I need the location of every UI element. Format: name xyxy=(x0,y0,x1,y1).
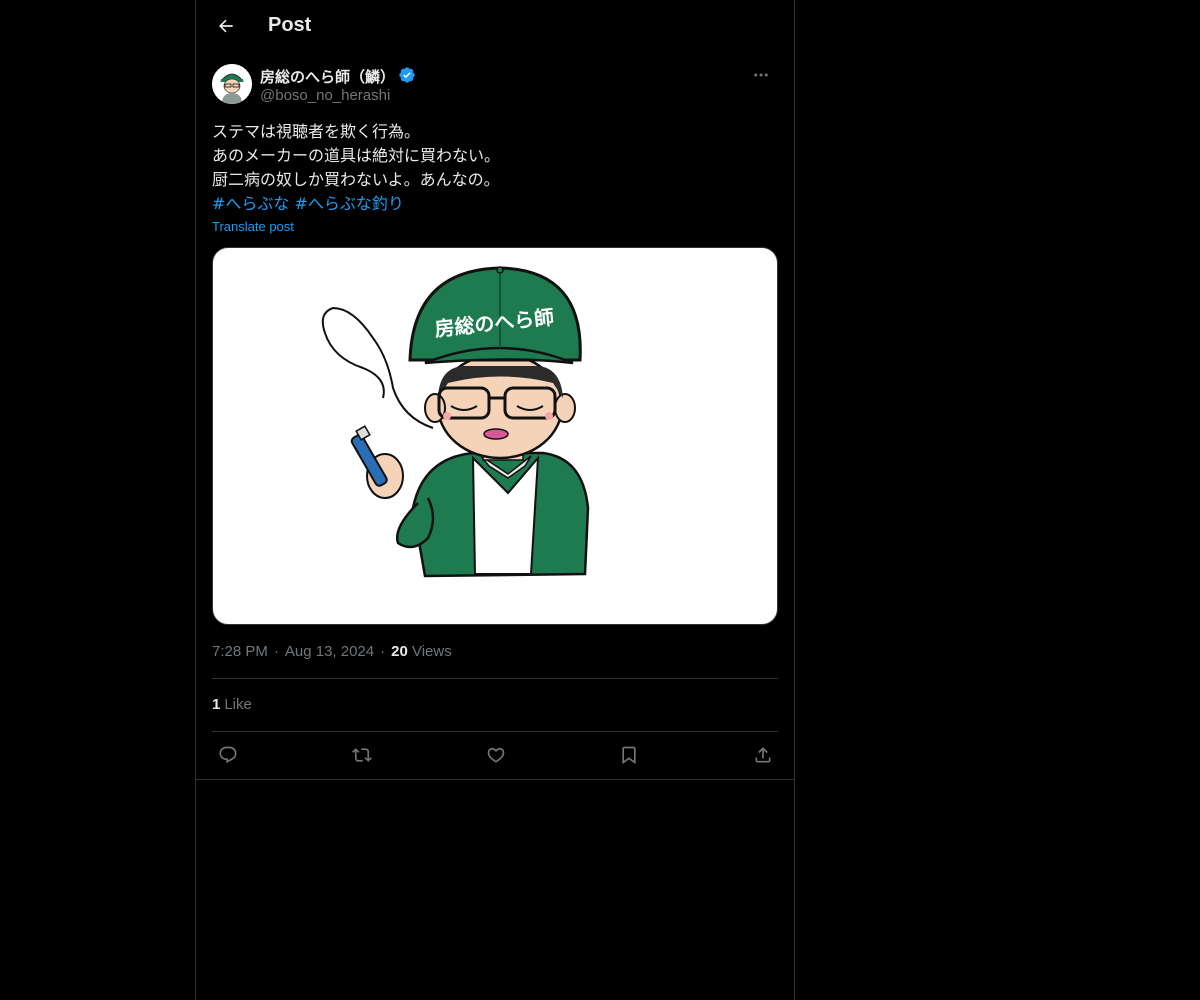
bookmark-button[interactable] xyxy=(617,743,641,767)
post-date[interactable]: Aug 13, 2024 xyxy=(285,643,374,660)
repost-button[interactable] xyxy=(350,743,374,767)
top-bar: Post xyxy=(196,0,794,53)
more-options-button[interactable] xyxy=(744,64,778,86)
post-text-line: 厨二病の奴しか買わないよ。あんなの。 xyxy=(212,170,500,189)
post-author: 房総のへら師（鱗） @boso_no_herashi xyxy=(212,64,778,108)
page-title: Post xyxy=(268,14,312,36)
divider xyxy=(212,678,778,679)
views-count: 20 xyxy=(391,643,408,660)
more-icon xyxy=(754,73,768,77)
post-text-line: ステマは視聴者を欺く行為。 xyxy=(212,122,421,141)
hashtag-link[interactable]: #へらぶな xyxy=(212,194,289,213)
translate-post-link[interactable]: Translate post xyxy=(212,219,294,234)
display-name[interactable]: 房総のへら師（鱗） xyxy=(260,66,395,87)
action-bar xyxy=(212,732,778,779)
arrow-left-icon xyxy=(218,19,233,33)
share-button[interactable] xyxy=(751,743,775,767)
reply-icon xyxy=(219,746,237,764)
back-button[interactable] xyxy=(208,8,244,44)
reply-button[interactable] xyxy=(216,743,240,767)
post-text: ステマは視聴者を欺く行為。 あのメーカーの道具は絶対に買わない。 厨二病の奴しか… xyxy=(212,120,778,216)
likes-label: Like xyxy=(224,696,252,713)
post-meta: 7:28 PM · Aug 13, 2024 · 20 Views xyxy=(212,643,452,660)
like-button[interactable] xyxy=(484,743,508,767)
verified-badge-icon xyxy=(398,66,416,84)
post-image[interactable]: 房総のへら師 xyxy=(212,247,778,625)
likes-link[interactable]: 1 Like xyxy=(212,696,252,713)
post-text-line: あのメーカーの道具は絶対に買わない。 xyxy=(212,146,501,165)
bookmark-icon xyxy=(622,746,636,765)
post-time[interactable]: 7:28 PM xyxy=(212,643,268,660)
user-handle[interactable]: @boso_no_herashi xyxy=(260,87,390,104)
hashtag-link[interactable]: #へらぶな釣り xyxy=(295,194,404,213)
repost-icon xyxy=(352,748,372,762)
share-icon xyxy=(755,747,771,763)
cartoon-illustration: 房総のへら師 xyxy=(321,266,590,578)
main-column: Post 房総のへら師（鱗） @boso_no_herashi ステマは視聴者を… xyxy=(195,0,795,1000)
like-icon xyxy=(487,747,505,763)
avatar[interactable] xyxy=(212,64,252,104)
likes-count: 1 xyxy=(212,696,221,713)
views-label: Views xyxy=(411,643,452,660)
divider xyxy=(196,779,794,780)
